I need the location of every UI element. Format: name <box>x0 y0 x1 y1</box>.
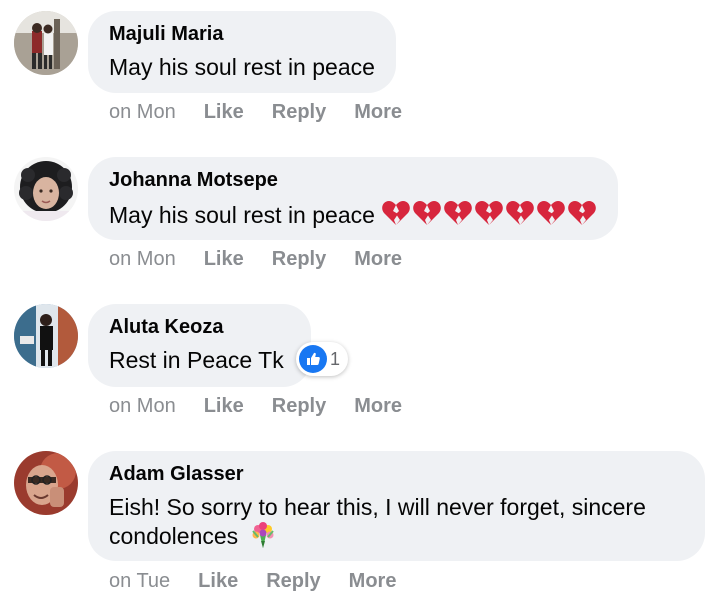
reply-button[interactable]: Reply <box>272 100 326 124</box>
comment-bubble: Aluta Keoza Rest in Peace Tk <box>88 304 311 387</box>
reply-button[interactable]: Reply <box>272 247 326 271</box>
comment-text: Rest in Peace Tk <box>109 347 284 373</box>
avatar-photo <box>14 304 78 368</box>
avatar[interactable] <box>14 304 78 368</box>
avatar[interactable] <box>14 11 78 75</box>
comment-actions: on Tue Like Reply More <box>109 569 396 593</box>
broken-heart-icon <box>506 201 534 225</box>
like-button[interactable]: Like <box>204 100 244 124</box>
bouquet-icon <box>251 522 274 548</box>
broken-heart-icon <box>444 201 472 225</box>
comment-time[interactable]: on Mon <box>109 100 176 124</box>
avatar[interactable] <box>14 451 78 515</box>
comment-text: Eish! So sorry to hear this, I will neve… <box>109 493 684 550</box>
broken-heart-emoji-row <box>381 199 597 227</box>
comment-text-body: May his soul rest in peace <box>109 202 375 228</box>
comment-actions: on Mon Like Reply More <box>109 100 402 124</box>
like-button[interactable]: Like <box>198 569 238 593</box>
broken-heart-icon <box>475 201 503 225</box>
comment-time[interactable]: on Mon <box>109 394 176 418</box>
commenter-name[interactable]: Johanna Motsepe <box>109 167 597 193</box>
more-button[interactable]: More <box>354 394 402 418</box>
like-button[interactable]: Like <box>204 247 244 271</box>
comment-text-body: Eish! So sorry to hear this, I will neve… <box>109 494 646 549</box>
avatar-photo <box>14 11 78 75</box>
broken-heart-icon <box>537 201 565 225</box>
reply-button[interactable]: Reply <box>272 394 326 418</box>
reaction-count: 1 <box>330 348 341 369</box>
commenter-name[interactable]: Aluta Keoza <box>109 314 290 340</box>
more-button[interactable]: More <box>349 569 397 593</box>
broken-heart-icon <box>382 201 410 225</box>
comment-actions: on Mon Like Reply More <box>109 394 402 418</box>
reply-button[interactable]: Reply <box>266 569 320 593</box>
comment-time[interactable]: on Tue <box>109 569 170 593</box>
broken-heart-icon <box>413 201 441 225</box>
avatar-photo <box>14 157 78 221</box>
comment-bubble: Adam Glasser Eish! So sorry to hear this… <box>88 451 705 561</box>
commenter-name[interactable]: Adam Glasser <box>109 461 684 487</box>
commenter-name[interactable]: Majuli Maria <box>109 21 375 47</box>
comment-text: May his soul rest in peace <box>109 54 375 80</box>
like-button[interactable]: Like <box>204 394 244 418</box>
thumbs-up-icon <box>299 345 327 373</box>
comment-text: May his soul rest in peace <box>109 199 597 229</box>
avatar-photo <box>14 451 78 515</box>
comment-bubble: Majuli Maria May his soul rest in peace <box>88 11 396 93</box>
avatar[interactable] <box>14 157 78 221</box>
more-button[interactable]: More <box>354 247 402 271</box>
comment-actions: on Mon Like Reply More <box>109 247 402 271</box>
reaction-badge[interactable]: 1 <box>296 342 349 376</box>
more-button[interactable]: More <box>354 100 402 124</box>
comment-bubble: Johanna Motsepe May his soul rest in pea… <box>88 157 618 240</box>
broken-heart-icon <box>568 201 596 225</box>
comment-time[interactable]: on Mon <box>109 247 176 271</box>
